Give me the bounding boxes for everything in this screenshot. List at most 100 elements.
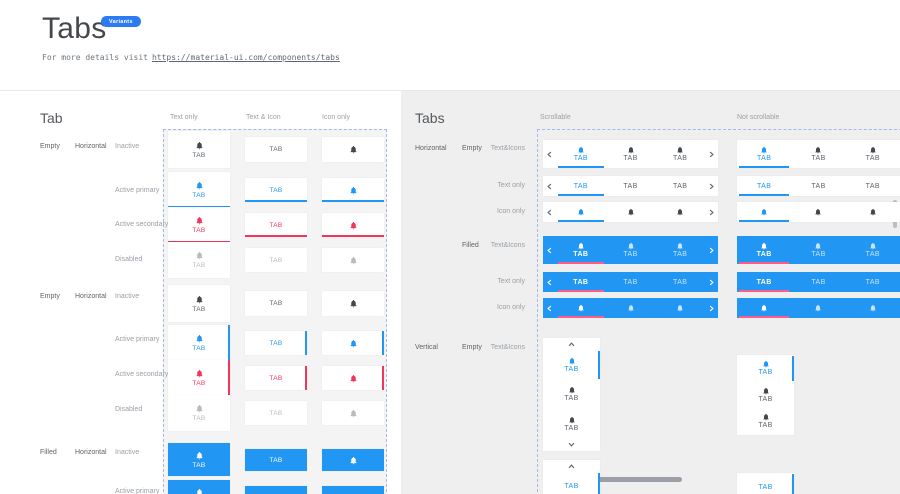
docs-link[interactable]: https://material-ui.com/components/tabs [152,53,340,62]
scroll-prev-button[interactable] [543,176,556,196]
tab[interactable]: TAB [655,140,705,168]
tab-active[interactable] [737,202,791,222]
scroll-up-button[interactable] [543,338,600,350]
tab[interactable]: TAB [846,140,900,168]
tab-active[interactable]: TAB [737,473,794,494]
tab[interactable]: TAB [791,140,845,168]
tab-cell[interactable] [322,331,384,355]
scroll-next-button[interactable] [705,236,718,264]
tab-active[interactable]: TAB [737,236,791,264]
tab[interactable]: TAB [606,140,656,168]
tab[interactable]: TAB [543,409,600,439]
scroll-prev-button[interactable] [543,272,556,292]
tab-cell[interactable]: TAB [245,248,307,272]
tab-active[interactable]: TAB [543,472,600,494]
tab-cell[interactable]: TAB [168,360,230,396]
tab[interactable] [846,202,900,222]
tab-cell[interactable]: TAB [245,366,307,390]
tab[interactable]: TAB [737,382,794,409]
tab-active[interactable]: TAB [737,140,791,168]
tab-cell[interactable]: TAB [168,480,230,494]
tab-cell[interactable] [322,248,384,272]
tab-label: TAB [269,300,282,307]
scroll-next-button[interactable] [705,272,718,292]
tab[interactable] [606,202,656,222]
bell-icon [568,416,576,424]
tab[interactable] [606,298,656,318]
tab-cell[interactable] [322,486,384,494]
tab[interactable]: TAB [543,380,600,410]
active-indicator [739,262,789,264]
tab-cell[interactable]: TAB [245,486,307,494]
tab-active[interactable]: TAB [556,176,606,196]
tab-active[interactable]: TAB [556,272,606,292]
tab-active[interactable] [556,202,606,222]
tab[interactable]: TAB [846,272,900,292]
scroll-up-button[interactable] [543,460,600,472]
scroll-prev-button[interactable] [543,236,556,264]
scroll-prev-button[interactable] [543,298,556,318]
scroll-next-button[interactable] [705,140,718,168]
tab-active[interactable]: TAB [556,140,606,168]
tab-cell[interactable] [322,178,384,202]
tab-cell[interactable] [322,449,384,471]
tab[interactable]: TAB [846,176,900,196]
tab-active[interactable] [737,298,791,318]
scroll-down-button[interactable] [543,439,600,451]
tab-cell[interactable]: TAB [245,137,307,162]
tab-active[interactable]: TAB [737,355,794,382]
tab-cell[interactable] [322,366,384,390]
tab-active[interactable]: TAB [737,272,791,292]
tab[interactable] [655,202,705,222]
tab-cell[interactable]: TAB [245,213,307,237]
scroll-next-button[interactable] [705,298,718,318]
tab-cell[interactable]: TAB [168,131,230,168]
tab[interactable] [791,298,845,318]
tab[interactable]: TAB [655,236,705,264]
tab-active[interactable]: TAB [543,350,600,380]
tab-cell[interactable] [322,137,384,162]
tab-cell[interactable]: TAB [245,291,307,316]
scroll-next-button[interactable] [705,202,718,222]
tab[interactable]: TAB [606,176,656,196]
tab-active[interactable]: TAB [737,176,791,196]
bell-icon [195,369,204,378]
tab-cell[interactable] [322,401,384,425]
tab[interactable]: TAB [606,236,656,264]
tab[interactable]: TAB [737,408,794,435]
tab-cell[interactable]: TAB [168,395,230,431]
tab[interactable] [791,202,845,222]
vertical-tab-bar: TABTABTAB [737,355,794,435]
tab[interactable]: TAB [846,236,900,264]
scroll-next-button[interactable] [705,176,718,196]
active-indicator [598,473,600,494]
tab[interactable]: TAB [791,176,845,196]
tab[interactable]: TAB [606,272,656,292]
tab-cell[interactable]: TAB [168,172,230,208]
scroll-prev-button[interactable] [543,202,556,222]
tab-cell[interactable]: TAB [168,325,230,361]
tab-cell[interactable]: TAB [168,443,230,476]
tab-cell[interactable]: TAB [168,207,230,243]
tab-cell[interactable]: TAB [168,285,230,322]
tab[interactable]: TAB [791,272,845,292]
tab-cell[interactable]: TAB [245,449,307,471]
tab[interactable] [846,298,900,318]
tab-active[interactable] [556,298,606,318]
tab-cell[interactable]: TAB [245,331,307,355]
bell-icon [195,216,204,225]
tab[interactable]: TAB [791,236,845,264]
tab-cell[interactable] [322,291,384,316]
tab-cell[interactable]: TAB [245,178,307,202]
state-label: Icon only [440,304,525,311]
tab-cell[interactable] [322,213,384,237]
tab-cell[interactable]: TAB [168,242,230,278]
tab-active[interactable]: TAB [556,236,606,264]
orientation-label: Horizontal [75,143,107,150]
tab[interactable]: TAB [655,272,705,292]
tab[interactable] [655,298,705,318]
tab-cell[interactable]: TAB [245,401,307,425]
tab[interactable]: TAB [655,176,705,196]
scroll-prev-button[interactable] [543,140,556,168]
tab-bar: TABTABTAB [543,236,718,264]
